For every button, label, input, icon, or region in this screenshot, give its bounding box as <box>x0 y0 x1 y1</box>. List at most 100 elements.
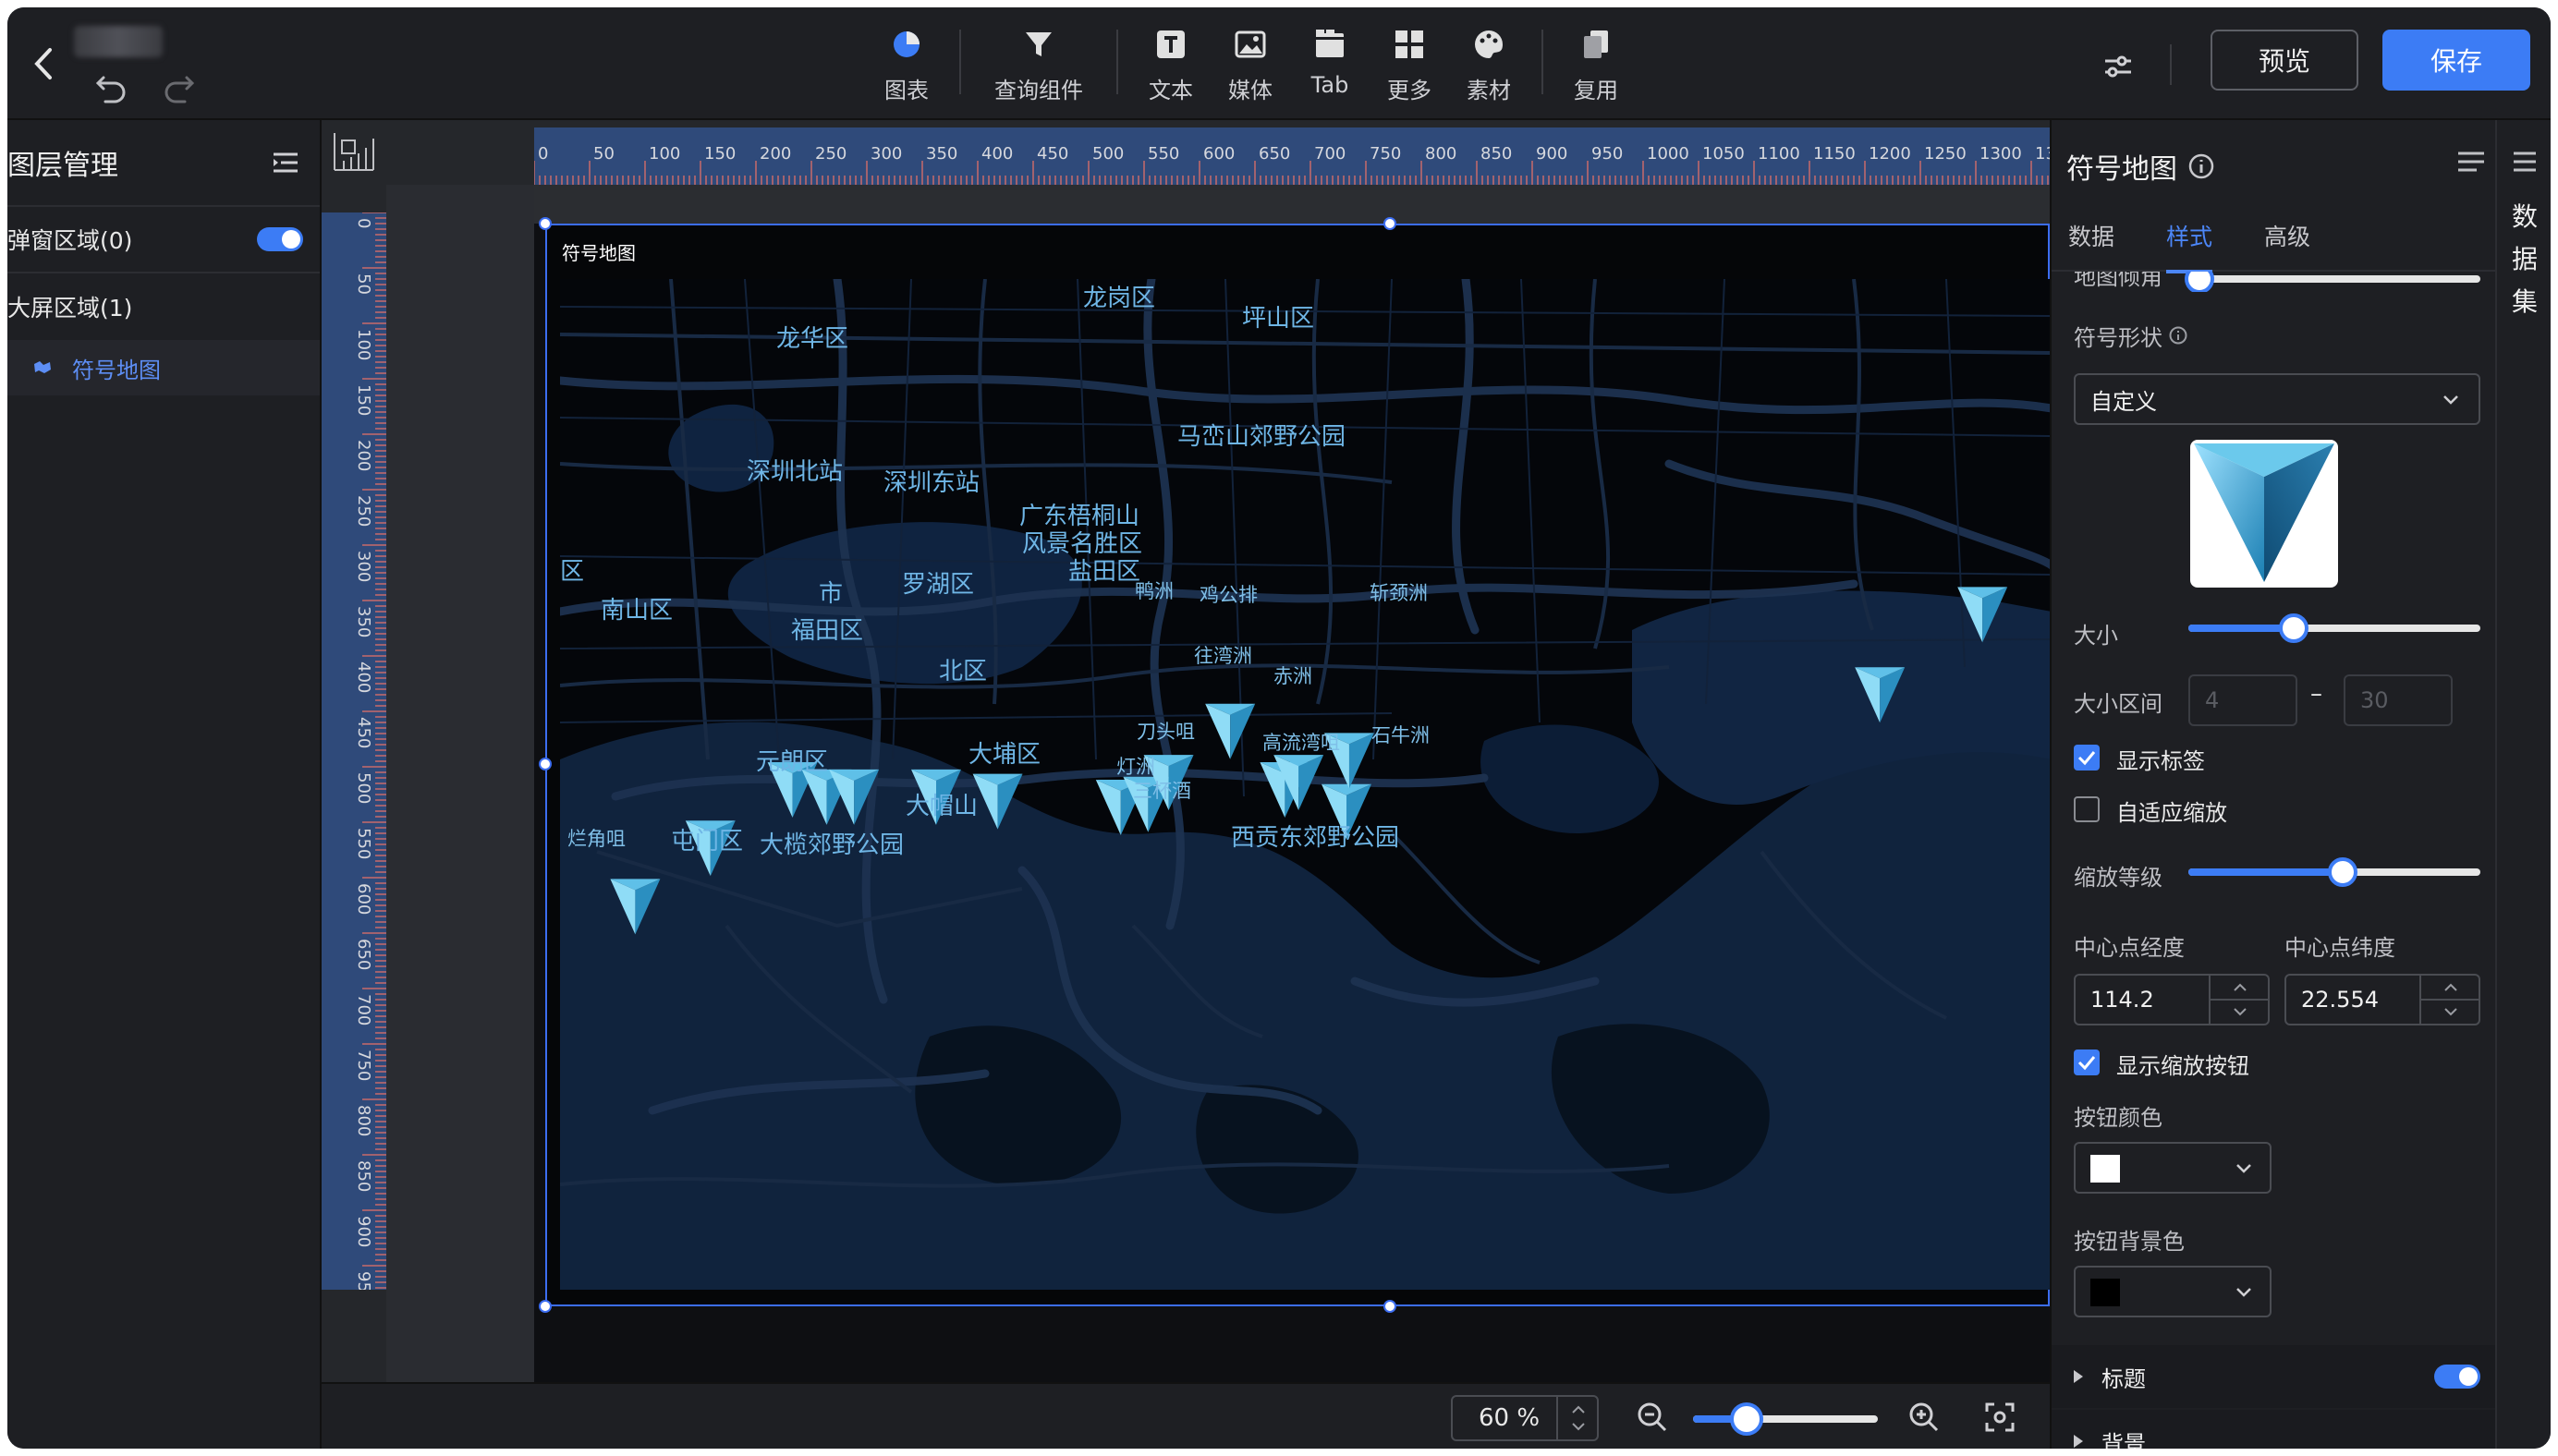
size-label: 大小 <box>2074 623 2118 649</box>
ruler-tick-label: 850 <box>1480 144 1512 164</box>
horizontal-ruler: 0 50 100 150 200 250 300 350 400 450 500 550 600 650 7… <box>534 127 2050 185</box>
map-tilt-label: 地图倾角 <box>2074 272 2162 290</box>
zoom-level-slider[interactable] <box>2188 857 2480 887</box>
popup-region-row[interactable]: 弹窗区域(0) <box>7 207 320 273</box>
zoom-out-icon[interactable] <box>1634 1399 1671 1436</box>
adaptive-zoom-checkbox[interactable] <box>2074 796 2100 822</box>
layer-item-symbol-map[interactable]: 符号地图 <box>7 340 320 395</box>
map-canvas[interactable]: 龙岗区 坪山区 龙华区 马峦山郊野公园 深圳北站 深圳东站 广东梧桐山 风景名胜… <box>560 279 2050 1290</box>
size-range-max[interactable]: 30 <box>2344 674 2453 726</box>
show-zoom-button-checkbox[interactable] <box>2074 1050 2100 1075</box>
center-lng-stepper[interactable] <box>2209 976 2270 1024</box>
ruler-tick-label: 800 <box>354 1105 373 1136</box>
zoom-level-knob[interactable] <box>2328 857 2357 887</box>
image-icon <box>1232 26 1269 63</box>
back-button[interactable] <box>26 42 63 85</box>
title-toggle[interactable] <box>2434 1365 2480 1389</box>
tab-advanced[interactable]: 高级 <box>2264 212 2310 272</box>
center-lat-input[interactable]: 22.554 <box>2284 974 2480 1025</box>
popup-region-toggle[interactable] <box>257 227 303 251</box>
resize-handle[interactable] <box>1383 217 1396 230</box>
center-lat-stepper[interactable] <box>2419 976 2480 1024</box>
ruler-tick-label: 450 <box>354 717 373 748</box>
map-label: 深圳东站 <box>883 469 981 497</box>
panel-menu-icon[interactable] <box>2454 148 2488 176</box>
info-icon[interactable] <box>2168 325 2188 346</box>
fit-screen-icon[interactable] <box>1981 1399 2018 1436</box>
center-lng-input[interactable]: 114.2 <box>2074 974 2270 1025</box>
screen-region-row[interactable]: 大屏区域(1) <box>7 273 320 340</box>
ruler-tick-label: 550 <box>354 828 373 859</box>
toolbar-divider <box>2170 44 2172 85</box>
tool-text[interactable]: 文本 <box>1131 20 1211 109</box>
info-icon[interactable] <box>2186 152 2216 181</box>
section-title[interactable]: 标题 <box>2052 1345 2495 1408</box>
save-button[interactable]: 保存 <box>2382 30 2530 91</box>
copy-icon <box>1577 26 1614 63</box>
button-bg-label: 按钮背景色 <box>2074 1229 2185 1255</box>
settings-sliders-icon[interactable] <box>2100 48 2137 85</box>
tab-style[interactable]: 样式 <box>2166 212 2213 273</box>
resize-handle[interactable] <box>539 758 552 770</box>
stage-top-band <box>534 185 2050 224</box>
caret-right-icon <box>2074 1435 2083 1448</box>
ruler-tick-label: 350 <box>926 144 957 164</box>
map-label: 斩颈洲 <box>1370 582 1428 604</box>
canvas-area: 0 50 100 150 200 250 300 350 400 450 500 550 600 650 7… <box>322 120 2050 1382</box>
tool-reuse[interactable]: 复用 <box>1556 20 1636 109</box>
undo-icon[interactable] <box>92 68 129 105</box>
tool-assets[interactable]: 素材 <box>1449 20 1529 109</box>
tool-more[interactable]: 更多 <box>1370 20 1449 109</box>
zoom-slider[interactable] <box>1693 1402 1878 1436</box>
ruler-tick-label: 250 <box>354 495 373 527</box>
symbol-map-widget[interactable]: 符号地图 龙岗区 坪山区 龙华区 马峦山郊野公园 深圳北站 深圳东站 广东梧桐山… <box>545 224 2050 1306</box>
show-label-checkbox[interactable] <box>2074 745 2100 770</box>
zoom-in-icon[interactable] <box>1906 1399 1943 1436</box>
size-range-max-value: 30 <box>2360 687 2389 713</box>
collapse-menu-icon[interactable] <box>270 149 301 176</box>
button-color-label: 按钮颜色 <box>2074 1105 2162 1131</box>
map-label: 鸭洲 <box>1135 580 1174 602</box>
zoom-stepper[interactable] <box>1556 1397 1597 1439</box>
map-tilt-knob[interactable] <box>2185 272 2214 292</box>
ruler-tick-label: 200 <box>354 440 373 471</box>
redo-icon[interactable] <box>161 68 198 105</box>
resize-handle[interactable] <box>1383 1300 1396 1313</box>
dataset-label: 数 据 集 <box>2511 201 2538 317</box>
filter-icon <box>1020 26 1057 63</box>
zoom-value: 60 % <box>1479 1404 1541 1432</box>
ruler-tick-label: 350 <box>354 606 373 637</box>
button-bg-color-picker[interactable] <box>2074 1266 2272 1317</box>
ruler-tick-label: 450 <box>1037 144 1068 164</box>
ruler-corner-icon[interactable] <box>322 120 386 185</box>
ruler-tick-label: 100 <box>354 329 373 360</box>
tool-query[interactable]: 查询组件 <box>974 20 1103 109</box>
size-range-min[interactable]: 4 <box>2188 674 2297 726</box>
ruler-tick-label: 0 <box>354 218 373 228</box>
tool-chart[interactable]: 图表 <box>867 20 946 109</box>
preview-button[interactable]: 预览 <box>2211 30 2358 91</box>
section-title-label: 标题 <box>2101 1365 2146 1392</box>
shape-select[interactable]: 自定义 <box>2074 373 2480 425</box>
ruler-tick-label: 500 <box>1092 144 1124 164</box>
zoom-percent-input[interactable]: 60 % <box>1451 1395 1599 1441</box>
resize-handle[interactable] <box>539 217 552 230</box>
tool-media[interactable]: 媒体 <box>1211 20 1290 109</box>
chevron-updown-icon <box>2211 983 2270 1016</box>
ruler-tick-label: 300 <box>354 551 373 582</box>
button-color-picker[interactable] <box>2074 1142 2272 1194</box>
section-background[interactable]: 背景 <box>2052 1410 2495 1449</box>
tool-tab[interactable]: Tab <box>1290 20 1370 109</box>
tab-data[interactable]: 数据 <box>2068 212 2114 272</box>
ruler-tick-label: 150 <box>704 144 736 164</box>
dataset-rail[interactable]: 数 据 集 <box>2495 120 2551 1449</box>
zoom-bar: 60 % <box>322 1382 2050 1449</box>
palette-icon <box>1470 26 1507 63</box>
zoom-slider-knob[interactable] <box>1730 1402 1763 1436</box>
size-slider[interactable] <box>2188 613 2480 643</box>
vertical-ruler: 0 50 100 150 200 250 300 350 400 450 500 550 600 650 7… <box>322 212 386 1382</box>
resize-handle[interactable] <box>539 1300 552 1313</box>
custom-symbol-preview[interactable] <box>2190 440 2338 588</box>
size-slider-knob[interactable] <box>2279 613 2308 643</box>
map-tilt-slider[interactable] <box>2185 272 2480 292</box>
